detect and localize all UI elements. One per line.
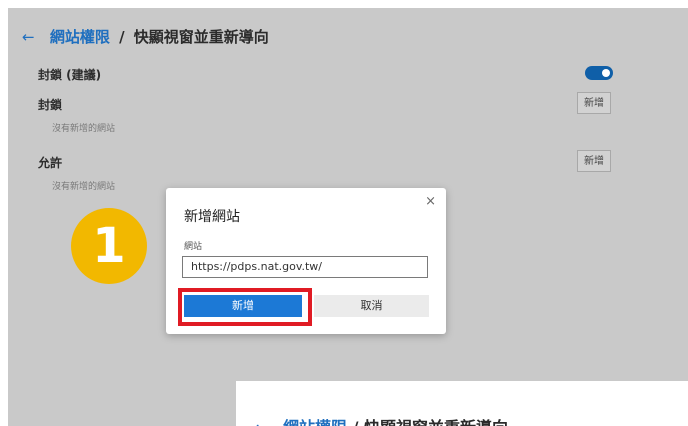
page-title: 快顯視窗並重新導向	[133, 28, 269, 46]
underlying-page-panel: ← 網站權限 / 快顯視窗並重新導向	[236, 381, 688, 426]
allow-section-title: 允許	[38, 156, 63, 170]
site-field-label: 網站	[184, 242, 203, 252]
allow-add-button[interactable]: 新增	[577, 150, 611, 172]
block-recommended-toggle[interactable]	[585, 66, 613, 80]
browser-settings-screen: ← 網站權限 / 快顯視窗並重新導向 封鎖 (建議) 封鎖 沒有新增的網站 新增…	[8, 8, 688, 426]
add-site-dialog: × 新增網站 網站 https://pdps.nat.gov.tw/ 新增 取消	[166, 188, 446, 334]
block-recommended-label: 封鎖 (建議)	[38, 68, 102, 82]
cancel-button[interactable]: 取消	[314, 295, 429, 317]
lower-breadcrumb-link[interactable]: 網站權限	[283, 418, 347, 426]
lower-back-arrow-icon[interactable]: ←	[254, 418, 267, 426]
dialog-title: 新增網站	[184, 209, 240, 225]
block-section-title: 封鎖	[38, 98, 63, 112]
back-arrow-icon[interactable]: ←	[22, 28, 35, 46]
step-number-badge: 1	[71, 208, 147, 284]
breadcrumb: ← 網站權限 / 快顯視窗並重新導向	[22, 26, 269, 47]
close-icon[interactable]: ×	[425, 194, 436, 209]
block-empty-text: 沒有新增的網站	[52, 124, 116, 134]
breadcrumb-link-site-permissions[interactable]: 網站權限	[50, 28, 110, 46]
allow-empty-text: 沒有新增的網站	[52, 182, 116, 192]
breadcrumb-separator: /	[119, 28, 125, 46]
toggle-knob	[602, 69, 610, 77]
lower-breadcrumb: ← 網站權限 / 快顯視窗並重新導向	[254, 414, 508, 426]
highlight-box	[178, 288, 312, 326]
lower-page-title: 快顯視窗並重新導向	[364, 418, 508, 426]
lower-breadcrumb-separator: /	[353, 418, 359, 426]
block-add-button[interactable]: 新增	[577, 92, 611, 114]
site-url-input[interactable]: https://pdps.nat.gov.tw/	[182, 256, 428, 278]
